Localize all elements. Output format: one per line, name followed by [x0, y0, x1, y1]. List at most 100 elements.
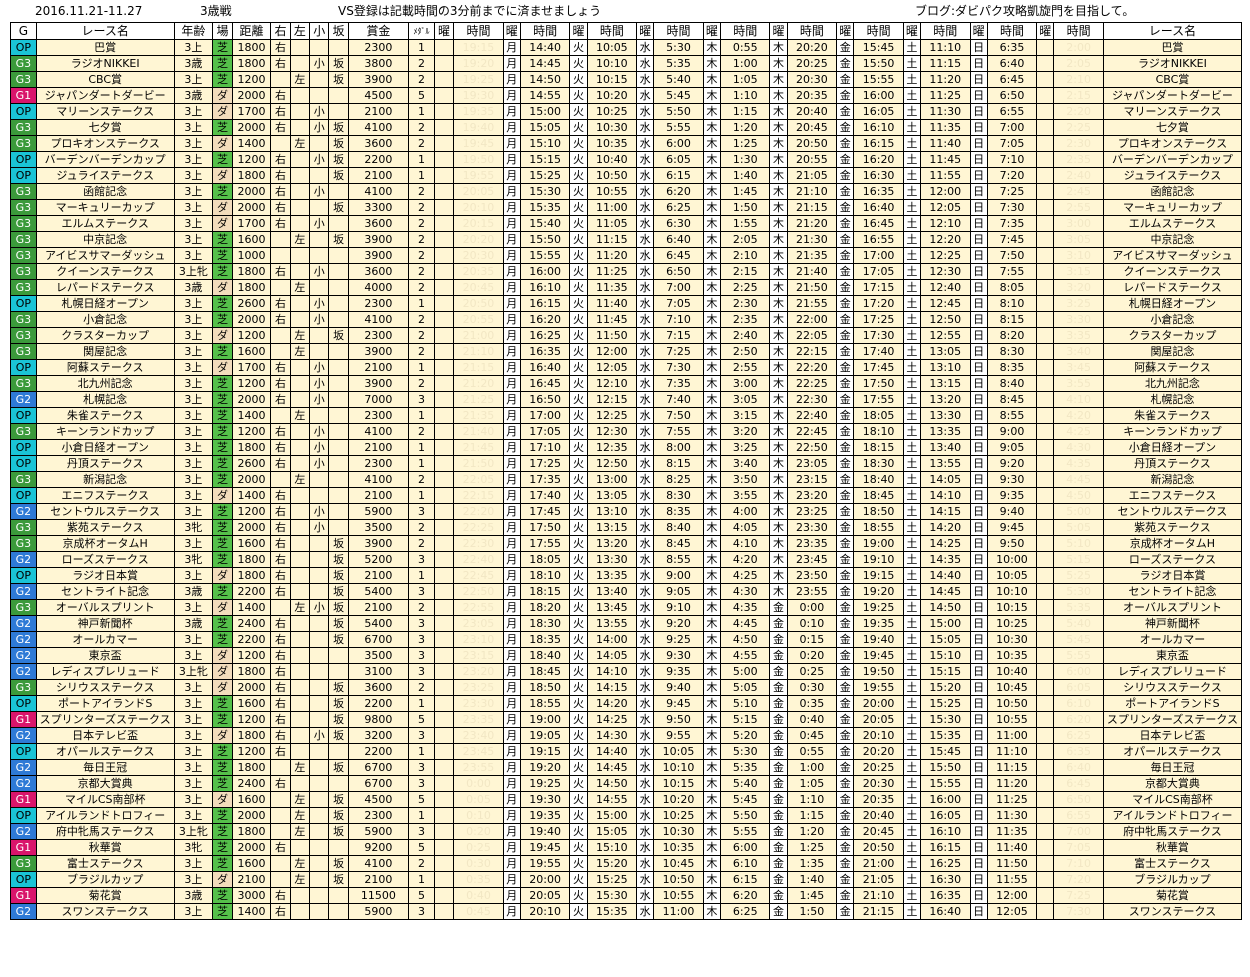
weekday-cell: 木	[702, 151, 721, 168]
table-row[interactable]: G3 プロキオンステークス 3上ダ 1400 左坂 3600 2 19:45 月 15:10 火 10…	[10, 135, 1243, 152]
surface-cell: 芝	[212, 711, 233, 728]
time-cell: 2:05	[719, 231, 771, 248]
table-row[interactable]: G3 函館記念 3上芝 2000 右小 4100 2 20:05 月 15:30 火 10:55 水 6:…	[10, 183, 1243, 200]
table-row[interactable]: G2 ローズステークス 3牝芝 1800 右坂 5200 3 22:40 月 18:05 火 13:3…	[10, 551, 1243, 568]
time-cell: 5:40	[653, 71, 704, 88]
blog-link[interactable]: ブログ:ダビパク攻略凱旋門を目指して。	[915, 0, 1134, 22]
table-row[interactable]: OP 巴賞 3上芝 1800 右 2300 1 19:15 月 14:40 火 10:05 水 5:30 木…	[10, 39, 1243, 56]
table-row[interactable]: G3 富士ステークス 3上芝 1600 左坂 4100 2 0:30 月 19:55 火 15:20 水…	[10, 855, 1243, 872]
table-row[interactable]: G3 七夕賞 3上芝 2000 右小坂 4100 2 19:40 月 15:05 火 10:30 水 5:…	[10, 119, 1243, 136]
column-header: 時間	[719, 22, 771, 40]
weekday-cell: 木	[769, 535, 788, 552]
surface-cell: ダ	[212, 103, 233, 120]
time-cell: 8:30	[653, 487, 704, 504]
weekday-cell: 木	[702, 663, 721, 680]
table-row[interactable]: G2 神戸新聞杯 3歳芝 2400 右坂 5400 3 23:05 月 18:30 火 13:55 水 9…	[10, 615, 1243, 632]
table-row[interactable]: OP ブラジルカップ 3上ダ 2100 左坂 2100 1 0:35 月 20:00 火 15:25 水…	[10, 871, 1243, 888]
table-row[interactable]: G3 京成杯オータムH 3上芝 1600 右坂 3900 2 22:30 月 17:55 火 13:2…	[10, 535, 1243, 552]
table-row[interactable]: OP ジュライステークス 3上ダ 1800 右坂 2100 1 19:55 月 15:25 火 10:…	[10, 167, 1243, 184]
table-row[interactable]: G3 ラジオNIKKEI 3歳芝 1800 右小坂 3800 2 19:20 月 14:45 火 10…	[10, 55, 1243, 72]
table-row[interactable]: G1 菊花賞 3歳芝 3000 右 11500 5 0:40 月 20:05 火 15:30 水 10:5…	[10, 887, 1243, 904]
time-cell: 15:40	[519, 215, 571, 232]
table-row[interactable]: G3 紫苑ステークス 3牝芝 2000 右小 3500 2 22:25 月 17:50 火 13:15…	[10, 519, 1243, 536]
faded-time-cell: 3:20	[1053, 279, 1104, 296]
table-row[interactable]: OP 阿蘇ステークス 3上ダ 1700 右小 2100 1 21:15 月 16:40 火 12:05…	[10, 359, 1243, 376]
table-row[interactable]: OP バーデンバーデンカップ 3上芝 1200 右小坂 2200 1 19:50 月 15:15 火…	[10, 151, 1243, 168]
table-row[interactable]: OP 札幌日経オープン 3上芝 2600 右小 2300 1 20:50 月 16:15 火 11:4…	[10, 295, 1243, 312]
table-row[interactable]: G2 日本テレビ盃 3上ダ 1800 右小坂 3200 3 23:40 月 19:05 火 14:30…	[10, 727, 1243, 744]
faded-time-cell: 4:25	[1053, 423, 1104, 440]
weekday-cell: 火	[569, 279, 588, 296]
weekday-cell: 火	[569, 599, 588, 616]
time-cell: 4:05	[719, 519, 771, 536]
table-row[interactable]: G3 クラスターカップ 3上ダ 1200 左坂 2300 2 21:00 月 16:25 火 11:5…	[10, 327, 1243, 344]
table-row[interactable]: G2 オールカマー 3上芝 2200 右坂 6700 3 23:10 月 18:35 火 14:00 水…	[10, 631, 1243, 648]
weekday-cell: 日	[969, 119, 988, 136]
weekday-cell: 土	[902, 183, 922, 200]
time-cell: 6:15	[719, 871, 771, 888]
table-row[interactable]: G2 セントライト記念 3歳芝 2200 右坂 5400 3 22:50 月 18:15 火 13:4…	[10, 583, 1243, 600]
right-turn-cell: 右	[270, 551, 291, 568]
table-row[interactable]: OP 丹頂ステークス 3上芝 2600 右小 2300 1 21:50 月 17:25 火 12:50…	[10, 455, 1243, 472]
time-cell: 5:50	[719, 807, 771, 824]
table-row[interactable]: G3 エルムステークス 3上ダ 1700 右小 3600 2 20:15 月 15:40 火 11:0…	[10, 215, 1243, 232]
table-row[interactable]: G1 秋華賞 3牝芝 2000 右 9200 5 0:25 月 19:45 火 15:10 水 10:35…	[10, 839, 1243, 856]
table-row[interactable]: OP 朱雀ステークス 3上芝 1400 左 2300 1 21:35 月 17:00 火 12:25 水…	[10, 407, 1243, 424]
table-row[interactable]: G2 札幌記念 3上芝 2000 右小 7000 3 21:25 月 16:50 火 12:15 水 7:…	[10, 391, 1243, 408]
prize-cell: 3300	[347, 199, 410, 216]
table-row[interactable]: G2 セントウルステークス 3上芝 1200 右小 5900 3 22:20 月 17:45 火 13…	[10, 503, 1243, 520]
table-row[interactable]: OP ラジオ日本賞 3上ダ 1800 右坂 2100 1 22:45 月 18:10 火 13:35 水…	[10, 567, 1243, 584]
table-row[interactable]: G3 小倉記念 3上芝 2000 右小 4100 2 20:55 月 16:20 火 11:45 水 7:…	[10, 311, 1243, 328]
table-row[interactable]: OP オパールステークス 3上芝 1200 右 2200 1 23:45 月 19:15 火 14:4…	[10, 743, 1243, 760]
weekday-cell	[1036, 247, 1055, 264]
table-row[interactable]: G3 クイーンステークス 3上牝芝 1800 右小 3600 2 20:35 月 16:00 火 11…	[10, 263, 1243, 280]
table-row[interactable]: G3 オーバルスプリント 3上ダ 1400 左小坂 2100 2 22:55 月 18:20 火 13…	[10, 599, 1243, 616]
table-row[interactable]: G3 キーンランドカップ 3上芝 1200 右小 4100 2 21:40 月 17:05 火 12:…	[10, 423, 1243, 440]
table-row[interactable]: G2 毎日王冠 3上芝 1800 左坂 6700 3 23:55 月 19:20 火 14:45 水 10…	[10, 759, 1243, 776]
table-row[interactable]: G2 京都大賞典 3上芝 2400 右 6700 3 0:00 月 19:25 火 14:50 水 10:…	[10, 775, 1243, 792]
time-cell: 11:15	[586, 231, 638, 248]
table-row[interactable]: OP 小倉日経オープン 3上芝 1800 右小 2100 1 21:45 月 17:10 火 12:3…	[10, 439, 1243, 456]
table-row[interactable]: G2 東京盃 3上ダ 1200 右 3500 3 23:15 月 18:40 火 14:05 水 9:30…	[10, 647, 1243, 664]
table-row[interactable]: OP アイルランドトロフィー 3上芝 2000 左坂 2300 1 0:10 月 19:35 火 15…	[10, 807, 1243, 824]
table-row[interactable]: OP エニフステークス 3上ダ 1400 右 2100 1 22:15 月 17:40 火 13:05…	[10, 487, 1243, 504]
race-name-right: ラジオNIKKEI	[1102, 55, 1243, 72]
table-row[interactable]: G2 レディスプレリュード 3上牝ダ 1800 右 3100 3 23:20 月 18:45 火 14…	[10, 663, 1243, 680]
table-row[interactable]: G1 マイルCS南部杯 3上ダ 1600 左坂 4500 5 0:05 月 19:30 火 14:55…	[10, 791, 1243, 808]
slope-cell: 坂	[328, 759, 349, 776]
prize-cell: 3500	[347, 519, 410, 536]
weekday-cell: 水	[636, 199, 655, 216]
table-row[interactable]: OP ポートアイランドS 3上芝 1600 右坂 2200 1 23:30 月 18:55 火 14:…	[10, 695, 1243, 712]
right-turn-cell: 右	[270, 359, 291, 376]
slope-cell: 坂	[328, 231, 349, 248]
faded-time-cell: 19:25	[453, 71, 504, 88]
table-row[interactable]: G3 CBC賞 3上芝 1200 左坂 3900 2 19:25 月 14:50 火 10:15 水 5:…	[10, 71, 1243, 88]
table-row[interactable]: OP マリーンステークス 3上ダ 1700 右小 2100 1 19:35 月 15:00 火 10:…	[10, 103, 1243, 120]
table-row[interactable]: G1 スプリンターズステークス 3上芝 1200 右坂 9800 5 23:35 月 19:00 火…	[10, 711, 1243, 728]
small-track-cell: 小	[309, 455, 330, 472]
left-turn-cell	[289, 103, 311, 120]
table-row[interactable]: G3 シリウスステークス 3上ダ 2000 右坂 3600 2 23:25 月 18:50 火 14:…	[10, 679, 1243, 696]
table-row[interactable]: G2 府中牝馬ステークス 3上牝芝 1800 左坂 5900 3 0:20 月 19:40 火 15:…	[10, 823, 1243, 840]
table-row[interactable]: G3 アイビスサマーダッシュ 3上芝 1000 3900 2 20:30 月 15:55 火 11:…	[10, 247, 1243, 264]
table-row[interactable]: G3 レパードステークス 3歳ダ 1800 左 4000 2 20:45 月 16:10 火 11:3…	[10, 279, 1243, 296]
table-row[interactable]: G3 中京記念 3上芝 1600 左坂 3900 2 20:20 月 15:50 火 11:15 水 6:…	[10, 231, 1243, 248]
table-row[interactable]: G3 新潟記念 3上芝 2000 左 4100 2 22:05 月 17:35 火 13:00 水 8:2…	[10, 471, 1243, 488]
weekday-cell: 月	[502, 871, 521, 888]
table-row[interactable]: G2 スワンステークス 3上芝 1400 右 5900 3 0:45 月 20:10 火 15:35 水…	[10, 903, 1243, 920]
weekday-cell: 木	[702, 87, 721, 104]
weekday-cell: 日	[969, 663, 988, 680]
weekday-cell: 日	[969, 743, 988, 760]
table-row[interactable]: G3 北九州記念 3上芝 1200 右小 3900 2 21:20 月 16:45 火 12:10 水 7…	[10, 375, 1243, 392]
table-row[interactable]: G3 関屋記念 3上芝 1600 左 3900 2 21:10 月 16:35 火 12:00 水 7:2…	[10, 343, 1243, 360]
weekday-cell	[433, 87, 455, 104]
time-cell: 3:40	[719, 455, 771, 472]
grade-badge: G1	[10, 839, 37, 856]
table-row[interactable]: G1 ジャパンダートダービー 3歳ダ 2000 右 4500 5 19:30 月 14:55 火 10…	[10, 87, 1243, 104]
column-header: 年齢	[173, 22, 214, 40]
slope-cell	[328, 743, 349, 760]
left-turn-cell: 左	[289, 855, 311, 872]
faded-time-cell: 2:40	[1053, 167, 1104, 184]
weekday-cell: 水	[636, 71, 655, 88]
table-row[interactable]: G3 マーキュリーカップ 3上ダ 2000 右坂 3300 2 20:10 月 15:35 火 11:…	[10, 199, 1243, 216]
